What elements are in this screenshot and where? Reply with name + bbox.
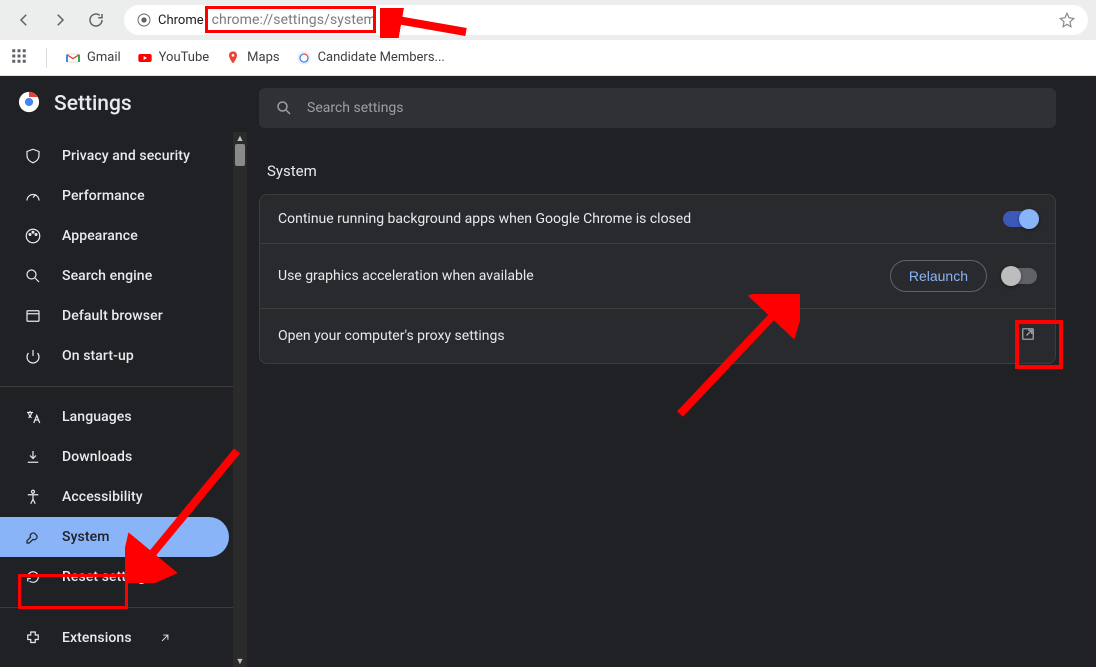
settings-header: Settings: [0, 76, 247, 132]
speedometer-icon: [24, 187, 42, 205]
sidebar-item-label: Search engine: [62, 268, 152, 284]
relaunch-button[interactable]: Relaunch: [890, 260, 987, 292]
row-background-apps: Continue running background apps when Go…: [260, 195, 1055, 244]
wrench-icon: [24, 528, 42, 546]
scrollbar-thumb[interactable]: [235, 144, 245, 166]
back-button[interactable]: [8, 4, 40, 36]
forward-button[interactable]: [44, 4, 76, 36]
sidebar-item-on-startup[interactable]: On start-up: [0, 336, 247, 376]
system-settings-card: Continue running background apps when Go…: [259, 194, 1056, 364]
external-link-icon: [158, 631, 172, 645]
toggle-background-apps[interactable]: [1003, 211, 1037, 227]
chrome-logo-icon: [18, 91, 40, 117]
sidebar-item-label: Performance: [62, 188, 145, 204]
sidebar-item-label: Accessibility: [62, 489, 143, 505]
settings-sidebar: Settings Privacy and security Performanc…: [0, 76, 247, 667]
sidebar-item-reset[interactable]: Reset settings: [0, 557, 247, 597]
bookmark-star-icon[interactable]: [1058, 11, 1076, 29]
sidebar-item-label: Privacy and security: [62, 148, 190, 164]
shield-icon: [24, 147, 42, 165]
reload-button[interactable]: [80, 4, 112, 36]
settings-page: Settings Privacy and security Performanc…: [0, 76, 1096, 667]
sidebar-item-accessibility[interactable]: Accessibility: [0, 477, 247, 517]
sidebar-item-label: System: [62, 529, 110, 545]
settings-title: Settings: [54, 92, 132, 116]
sidebar-item-appearance[interactable]: Appearance: [0, 216, 247, 256]
sidebar-item-languages[interactable]: Languages: [0, 397, 247, 437]
power-icon: [24, 347, 42, 365]
sidebar-item-label: Extensions: [62, 630, 132, 646]
search-icon: [24, 267, 42, 285]
nav-divider: [0, 386, 247, 387]
browser-toolbar: Chrome chrome://settings/system: [0, 0, 1096, 40]
row-proxy-settings[interactable]: Open your computer's proxy settings: [260, 309, 1055, 363]
bookmark-separator: [46, 48, 47, 68]
extension-icon: [24, 629, 42, 647]
sidebar-scrollbar[interactable]: ▲ ▼: [233, 132, 247, 667]
sidebar-item-label: Appearance: [62, 228, 138, 244]
toggle-graphics-acceleration[interactable]: [1003, 268, 1037, 284]
search-icon: [275, 99, 293, 117]
bookmark-maps[interactable]: Maps: [225, 50, 279, 66]
sidebar-item-performance[interactable]: Performance: [0, 176, 247, 216]
chrome-badge: Chrome: [136, 12, 204, 28]
bookmarks-bar: Gmail YouTube Maps Candidate Members...: [0, 40, 1096, 76]
sidebar-item-search-engine[interactable]: Search engine: [0, 256, 247, 296]
sidebar-item-system[interactable]: System: [0, 517, 229, 557]
bookmark-label: YouTube: [159, 50, 210, 65]
sidebar-item-label: Languages: [62, 409, 132, 425]
reset-icon: [24, 568, 42, 586]
row-label: Use graphics acceleration when available: [278, 268, 534, 284]
settings-content: Search settings System Continue running …: [247, 76, 1096, 667]
external-link-icon: [1019, 325, 1037, 347]
sidebar-item-label: Reset settings: [62, 569, 153, 585]
sidebar-nav: Privacy and security Performance Appeara…: [0, 132, 247, 667]
palette-icon: [24, 227, 42, 245]
bookmark-label: Candidate Members...: [318, 50, 445, 65]
scroll-down-icon[interactable]: ▼: [233, 655, 247, 667]
bookmark-gmail[interactable]: Gmail: [65, 50, 121, 66]
apps-icon[interactable]: [10, 47, 28, 69]
row-graphics-acceleration: Use graphics acceleration when available…: [260, 244, 1055, 309]
bookmark-label: Maps: [247, 50, 279, 65]
sidebar-item-privacy[interactable]: Privacy and security: [0, 136, 247, 176]
search-placeholder: Search settings: [307, 100, 404, 116]
bookmark-candidate-members[interactable]: Candidate Members...: [296, 50, 445, 66]
sidebar-item-label: Downloads: [62, 449, 132, 465]
sidebar-item-downloads[interactable]: Downloads: [0, 437, 247, 477]
sidebar-item-label: On start-up: [62, 348, 134, 364]
translate-icon: [24, 408, 42, 426]
download-icon: [24, 448, 42, 466]
url-text: chrome://settings/system: [212, 12, 376, 28]
chrome-badge-label: Chrome: [158, 13, 204, 28]
sidebar-item-extensions[interactable]: Extensions: [0, 618, 247, 658]
accessibility-icon: [24, 488, 42, 506]
address-bar[interactable]: Chrome chrome://settings/system: [124, 5, 1088, 35]
row-label: Open your computer's proxy settings: [278, 328, 505, 344]
sidebar-item-label: Default browser: [62, 308, 163, 324]
bookmark-youtube[interactable]: YouTube: [137, 50, 210, 66]
row-label: Continue running background apps when Go…: [278, 211, 691, 227]
bookmark-label: Gmail: [87, 50, 121, 65]
sidebar-item-default-browser[interactable]: Default browser: [0, 296, 247, 336]
search-settings-input[interactable]: Search settings: [259, 88, 1056, 128]
nav-divider: [0, 607, 247, 608]
section-title: System: [247, 128, 1096, 194]
window-icon: [24, 307, 42, 325]
sidebar-item-about[interactable]: About Chrome: [0, 658, 247, 667]
scroll-up-icon[interactable]: ▲: [233, 132, 247, 144]
